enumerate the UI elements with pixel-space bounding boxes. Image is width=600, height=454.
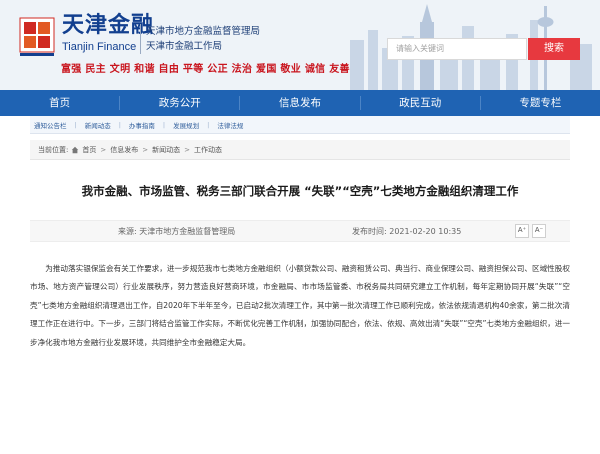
main-nav: 首页 政务公开 信息发布 政民互动 专题专栏 xyxy=(0,90,600,116)
subnav-divider: | xyxy=(74,120,77,129)
breadcrumb-item-information[interactable]: 信息发布 xyxy=(110,145,138,155)
search-input[interactable]: 请输入关键词 xyxy=(387,38,527,60)
logo-divider xyxy=(140,24,141,54)
subnav-item-planning[interactable]: 发展规划 xyxy=(173,120,199,130)
article-body: 为推动落实银保监会有关工作要求，进一步规范我市七类地方金融组织（小额贷款公司、融… xyxy=(30,264,570,347)
font-size-controls: A⁺ A⁻ xyxy=(512,224,546,238)
font-decrease-button[interactable]: A⁻ xyxy=(532,224,546,238)
site-header: 天津金融 Tianjin Finance 天津市地方金融监督管理局 天津市金融工… xyxy=(0,0,600,90)
subnav-divider: | xyxy=(162,120,166,129)
subnav-divider: | xyxy=(118,120,121,129)
nav-item-government-affairs[interactable]: 政务公开 xyxy=(120,90,239,116)
core-values-slogan: 富强 民主 文明 和谐 自由 平等 公正 法治 爱国 敬业 诚信 友善 xyxy=(61,64,350,75)
subnav-item-guide[interactable]: 办事指南 xyxy=(129,120,155,130)
breadcrumb-label: 当前位置: xyxy=(38,145,69,154)
breadcrumb-item-news[interactable]: 新闻动态 xyxy=(152,145,180,155)
home-icon xyxy=(72,146,79,153)
nav-item-special-topics[interactable]: 专题专栏 xyxy=(481,90,600,116)
breadcrumb-item-work-updates[interactable]: 工作动态 xyxy=(194,145,222,155)
logo-emblem-icon xyxy=(19,17,55,56)
subnav-item-news[interactable]: 新闻动态 xyxy=(85,120,111,130)
article-meta: 来源: 天津市地方金融监督管理局 发布时间: 2021-02-20 10:35 … xyxy=(30,220,570,242)
nav-item-information[interactable]: 信息发布 xyxy=(240,90,359,116)
sub-nav: 通知公告栏 | 新闻动态 | 办事指南 | 发展规划 | 法律法规 xyxy=(30,116,570,134)
breadcrumb-separator: > xyxy=(184,145,190,154)
search-button[interactable]: 搜索 xyxy=(528,38,580,60)
nav-item-interaction[interactable]: 政民互动 xyxy=(361,90,480,116)
breadcrumb-separator: > xyxy=(142,145,149,154)
org-name-primary: 天津市地方金融监督管理局 xyxy=(146,26,261,37)
site-logo-subtitle: Tianjin Finance xyxy=(62,41,137,53)
article-source: 来源: 天津市地方金融监督管理局 xyxy=(118,227,236,236)
font-increase-button[interactable]: A⁺ xyxy=(515,224,529,238)
subnav-item-laws[interactable]: 法律法规 xyxy=(217,120,243,130)
subnav-divider: | xyxy=(207,120,210,129)
article-title: 我市金融、市场监管、税务三部门联合开展 “失联”“空壳”七类地方金融组织清理工作 xyxy=(81,184,519,198)
breadcrumb: 当前位置: 首页 > 信息发布 > 新闻动态 > 工作动态 xyxy=(30,140,570,160)
article-publish-time: 发布时间: 2021-02-20 10:35 xyxy=(352,227,462,236)
breadcrumb-separator: > xyxy=(100,145,107,154)
nav-item-home[interactable]: 首页 xyxy=(0,90,119,116)
org-name-secondary: 天津市金融工作局 xyxy=(146,41,223,52)
breadcrumb-item-home[interactable]: 首页 xyxy=(82,145,96,155)
subnav-item-notices[interactable]: 通知公告栏 xyxy=(34,120,67,130)
